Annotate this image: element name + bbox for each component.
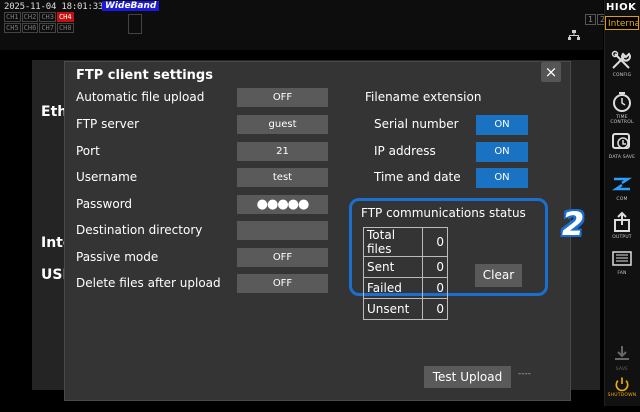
ftp-status-title: FTP communications status (361, 206, 526, 220)
channel-indicator: CH3 (39, 12, 56, 22)
table-row: Unsent 0 (363, 298, 448, 320)
dialog-title: FTP client settings (76, 68, 213, 83)
network-icon (568, 30, 580, 43)
shutdown-button[interactable]: SHUTDOWN (605, 372, 639, 412)
config-button[interactable]: CONFIG (605, 46, 639, 86)
communication-icon (611, 177, 633, 191)
brand-sub-label: Interna (605, 16, 639, 30)
status-value: 0 (422, 298, 448, 320)
sidebar-label: COM (616, 197, 628, 202)
fan-button[interactable]: FAN (605, 244, 639, 284)
channel-indicator: CH7 (39, 23, 56, 33)
save-icon (615, 346, 629, 360)
status-label: Failed (363, 277, 423, 299)
status-value: 0 (422, 256, 448, 278)
passive-mode-toggle[interactable]: OFF (237, 248, 328, 267)
shutdown-icon (615, 377, 629, 392)
channel-indicator: CH1 (4, 12, 21, 22)
clear-button[interactable]: Clear (475, 264, 522, 287)
table-row: Sent 0 (363, 256, 448, 278)
ftp-server-field[interactable]: guest (237, 115, 328, 134)
status-value: 0 (422, 227, 448, 257)
serial-number-label: Serial number (374, 117, 459, 131)
table-row: Failed 0 (363, 277, 448, 299)
status-value: 0 (422, 277, 448, 299)
sidebar-label: OUTPUT (612, 235, 632, 240)
output-button[interactable]: OUTPUT (605, 208, 639, 248)
channel-indicator: CH8 (56, 23, 74, 33)
status-label: Unsent (363, 298, 423, 320)
ip-address-label: IP address (374, 144, 436, 158)
port-label: Port (76, 144, 100, 158)
destination-directory-field[interactable] (237, 221, 328, 240)
username-field[interactable]: test (237, 168, 328, 187)
status-label: Sent (363, 256, 423, 278)
passive-mode-label: Passive mode (76, 250, 159, 264)
brand-logo: HIOK (606, 2, 637, 13)
wideband-indicator (128, 14, 142, 34)
sidebar-label: TIME CONTROL (610, 115, 634, 125)
password-field[interactable]: ●●●●● (237, 195, 328, 214)
sidebar-label: FAN (617, 271, 627, 276)
clock-icon (613, 92, 631, 112)
page-button[interactable]: 1 (585, 14, 596, 25)
port-field[interactable]: 21 (237, 142, 328, 161)
ftp-server-label: FTP server (76, 117, 140, 131)
sidebar-label: DATA SAVE (608, 155, 636, 160)
sidebar-label: SHUTDOWN (607, 393, 637, 398)
delete-after-upload-label: Delete files after upload (76, 276, 221, 290)
fan-icon (612, 251, 632, 266)
ftp-status-table: Total files 0 Sent 0 Failed 0 Unsent 0 (363, 227, 448, 320)
time-and-date-toggle[interactable]: ON (476, 168, 528, 188)
channel-indicator: CH6 (21, 23, 39, 33)
table-row: Total files 0 (363, 227, 448, 257)
channel-indicators-row2: CH5 CH6 CH7 CH8 (4, 23, 74, 33)
serial-number-toggle[interactable]: ON (476, 115, 528, 135)
auto-upload-label: Automatic file upload (76, 90, 205, 104)
close-button[interactable]: × (541, 62, 561, 82)
auto-upload-toggle[interactable]: OFF (237, 88, 328, 107)
data-save-icon (612, 133, 630, 149)
callout-number: 2 (562, 205, 585, 243)
filename-extension-heading: Filename extension (365, 90, 482, 104)
com-button[interactable]: COM (605, 170, 639, 210)
time-and-date-label: Time and date (374, 170, 461, 184)
export-icon (614, 211, 630, 232)
channel-indicators-row1: CH1 CH2 CH3 CH4 (4, 12, 74, 22)
mode-badge: WideBand (102, 1, 160, 11)
status-label: Total files (363, 227, 423, 257)
test-upload-result: ---- (518, 369, 531, 379)
time-control-button[interactable]: TIME CONTROL (605, 88, 639, 128)
test-upload-button[interactable]: Test Upload (424, 366, 511, 388)
ip-address-toggle[interactable]: ON (476, 142, 528, 162)
destination-directory-label: Destination directory (76, 223, 203, 237)
sidebar-label: CONFIG (612, 73, 632, 78)
username-label: Username (76, 170, 138, 184)
channel-indicator-active: CH4 (56, 12, 74, 22)
data-save-button[interactable]: DATA SAVE (605, 128, 639, 168)
delete-after-upload-toggle[interactable]: OFF (237, 274, 328, 293)
timestamp: 2025-11-04 18:01:33 (4, 2, 104, 12)
channel-indicator: CH2 (21, 12, 39, 22)
channel-indicator: CH5 (4, 23, 21, 33)
password-label: Password (76, 197, 133, 211)
tools-icon (611, 50, 631, 69)
